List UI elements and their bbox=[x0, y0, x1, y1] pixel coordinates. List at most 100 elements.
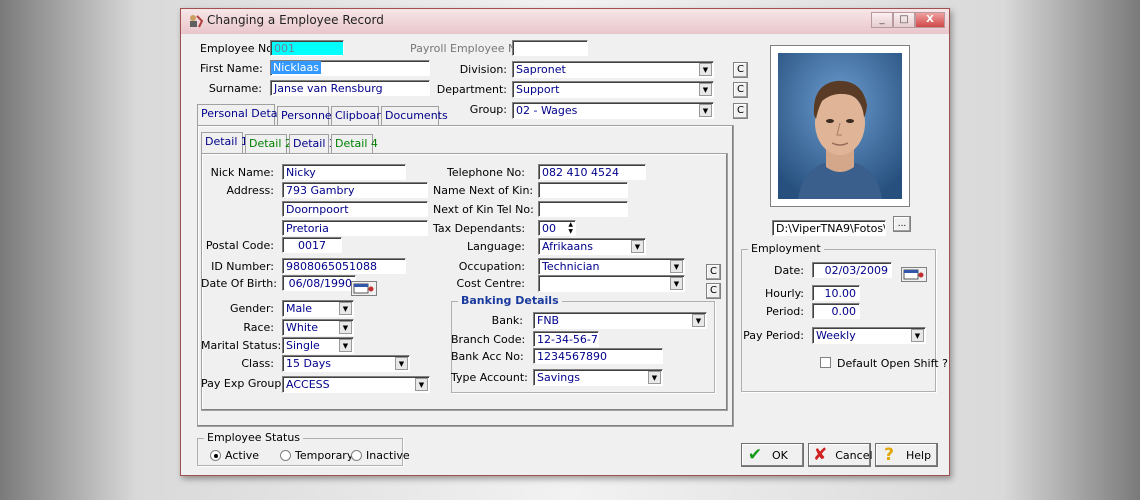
chevron-down-icon[interactable]: ▼ bbox=[339, 302, 352, 315]
division-value: Sapronet bbox=[516, 63, 566, 76]
payroll-no-field[interactable] bbox=[512, 40, 588, 56]
group-select[interactable]: 02 - Wages ▼ bbox=[512, 102, 714, 119]
race-value: White bbox=[286, 321, 318, 334]
cancel-label: Cancel bbox=[835, 448, 873, 462]
chevron-down-icon[interactable]: ▼ bbox=[670, 277, 683, 290]
occupation-value: Technician bbox=[542, 260, 600, 273]
occupation-select[interactable]: Technician ▼ bbox=[538, 258, 685, 275]
tax-dependants-spinner[interactable]: 00 ▲ ▼ bbox=[538, 220, 576, 236]
first-name-label: First Name: bbox=[200, 62, 263, 75]
radio-icon[interactable] bbox=[280, 450, 291, 461]
cancel-button[interactable]: ✘ Cancel bbox=[808, 443, 873, 467]
branch-code-field[interactable]: 12-34-56-78 bbox=[533, 331, 599, 347]
class-select[interactable]: 15 Days ▼ bbox=[282, 355, 410, 372]
occupation-c-button[interactable]: C bbox=[706, 264, 721, 280]
chevron-down-icon[interactable]: ▼ bbox=[692, 314, 705, 327]
language-select[interactable]: Afrikaans ▼ bbox=[538, 238, 646, 255]
radio-selected-icon[interactable] bbox=[210, 450, 221, 461]
radio-icon[interactable] bbox=[351, 450, 362, 461]
status-option-temporary[interactable]: Temporary bbox=[280, 449, 353, 462]
default-open-shift-checkbox[interactable] bbox=[820, 357, 831, 368]
dob-calendar-icon[interactable] bbox=[351, 281, 377, 296]
period-field[interactable]: 0.00 bbox=[812, 303, 860, 319]
address-line-1[interactable]: 793 Gambry bbox=[282, 182, 428, 198]
employment-date-field[interactable]: 02/03/2009 bbox=[812, 262, 892, 278]
employee-no-label: Employee No: bbox=[200, 42, 277, 55]
pay-exp-group-select[interactable]: ACCESS ▼ bbox=[282, 376, 430, 393]
hourly-label: Hourly: bbox=[765, 287, 804, 300]
tab-detail-4[interactable]: Detail 4 bbox=[331, 134, 378, 153]
chevron-down-icon[interactable]: ▼ bbox=[415, 378, 428, 391]
close-button[interactable]: X bbox=[915, 12, 945, 28]
period-label: Period: bbox=[765, 305, 804, 318]
first-name-field[interactable]: Nicklaas bbox=[270, 60, 430, 76]
department-c-button[interactable]: C bbox=[733, 82, 748, 98]
class-value: 15 Days bbox=[286, 357, 331, 370]
employment-calendar-icon[interactable] bbox=[901, 267, 927, 282]
surname-field[interactable]: Janse van Rensburg bbox=[270, 80, 430, 96]
tab-documents[interactable]: Documents bbox=[381, 106, 448, 125]
tab-personnel[interactable]: Personnel bbox=[277, 106, 335, 125]
type-account-select[interactable]: Savings ▼ bbox=[533, 369, 663, 386]
chevron-down-icon[interactable]: ▼ bbox=[631, 240, 644, 253]
pay-period-select[interactable]: Weekly ▼ bbox=[812, 327, 926, 344]
chevron-down-icon[interactable]: ▼ bbox=[699, 83, 712, 96]
browse-photo-button[interactable]: ... bbox=[893, 216, 911, 232]
chevron-down-icon[interactable]: ▼ bbox=[395, 357, 408, 370]
chevron-down-icon[interactable]: ▼ bbox=[911, 329, 924, 342]
help-button[interactable]: ? Help bbox=[875, 443, 938, 467]
employee-photo-frame bbox=[770, 45, 910, 207]
tab-personal-details[interactable]: Personal Details bbox=[197, 104, 289, 125]
maximize-button[interactable]: □ bbox=[893, 12, 915, 28]
chevron-down-icon[interactable]: ▼ bbox=[339, 321, 352, 334]
status-option-inactive[interactable]: Inactive bbox=[351, 449, 410, 462]
tab-detail-3[interactable]: Detail 3 bbox=[289, 134, 336, 153]
spinner-arrows-icon[interactable]: ▲ ▼ bbox=[568, 221, 573, 235]
marital-status-select[interactable]: Single ▼ bbox=[282, 337, 354, 354]
division-c-button[interactable]: C bbox=[733, 62, 748, 78]
employment-date-label: Date: bbox=[774, 264, 804, 277]
group-value: 02 - Wages bbox=[516, 104, 578, 117]
minimize-button[interactable]: _ bbox=[871, 12, 893, 28]
cost-centre-select[interactable]: ▼ bbox=[538, 275, 685, 292]
tab-detail-2[interactable]: Detail 2 bbox=[245, 134, 292, 153]
chevron-down-icon[interactable]: ▼ bbox=[648, 371, 661, 384]
next-of-kin-name-field[interactable] bbox=[538, 182, 628, 198]
hourly-field[interactable]: 10.00 bbox=[812, 285, 860, 301]
language-label: Language: bbox=[467, 240, 525, 253]
title-bar[interactable]: Changing a Employee Record _ □ X bbox=[181, 9, 949, 34]
status-option-active[interactable]: Active bbox=[210, 449, 259, 462]
nick-name-field[interactable]: Nicky bbox=[282, 164, 406, 180]
cost-centre-c-button[interactable]: C bbox=[706, 283, 721, 299]
department-select[interactable]: Support ▼ bbox=[512, 81, 714, 98]
race-select[interactable]: White ▼ bbox=[282, 319, 354, 336]
bank-acc-field[interactable]: 1234567890 bbox=[533, 348, 663, 364]
address-line-2[interactable]: Doornpoort bbox=[282, 201, 428, 217]
window-title: Changing a Employee Record bbox=[207, 13, 384, 27]
dob-field[interactable]: 06/08/1990 bbox=[282, 275, 356, 291]
marital-status-value: Single bbox=[286, 339, 320, 352]
tab-detail-1[interactable]: Detail 1 bbox=[201, 132, 248, 153]
next-of-kin-tel-field[interactable] bbox=[538, 201, 628, 217]
group-c-button[interactable]: C bbox=[733, 103, 748, 119]
division-select[interactable]: Sapronet ▼ bbox=[512, 61, 714, 78]
chevron-down-icon[interactable]: ▼ bbox=[670, 260, 683, 273]
status-temporary-label: Temporary bbox=[295, 449, 354, 462]
tab-clipboard[interactable]: Clipboard bbox=[331, 106, 388, 125]
photo-path-field[interactable]: D:\ViperTNA9\Fotos\Ni bbox=[772, 220, 886, 236]
telephone-field[interactable]: 082 410 4524 bbox=[538, 164, 646, 180]
address-line-3[interactable]: Pretoria bbox=[282, 220, 428, 236]
tax-dependants-label: Tax Dependants: bbox=[433, 222, 526, 235]
bank-select[interactable]: FNB ▼ bbox=[533, 312, 707, 329]
employee-record-window: Changing a Employee Record _ □ X Employe… bbox=[180, 8, 950, 476]
chevron-down-icon[interactable]: ▼ bbox=[699, 104, 712, 117]
employee-no-field[interactable]: 001 bbox=[270, 40, 344, 56]
chevron-down-icon[interactable]: ▼ bbox=[699, 63, 712, 76]
gender-select[interactable]: Male ▼ bbox=[282, 300, 354, 317]
payroll-no-label: Payroll Employee No: bbox=[410, 42, 527, 55]
postal-code-field[interactable]: 0017 bbox=[282, 237, 342, 253]
id-number-field[interactable]: 9808065051088 bbox=[282, 258, 406, 274]
ok-button[interactable]: ✔ OK bbox=[741, 443, 804, 467]
chevron-down-icon[interactable]: ▼ bbox=[339, 339, 352, 352]
race-label: Race: bbox=[243, 321, 274, 334]
